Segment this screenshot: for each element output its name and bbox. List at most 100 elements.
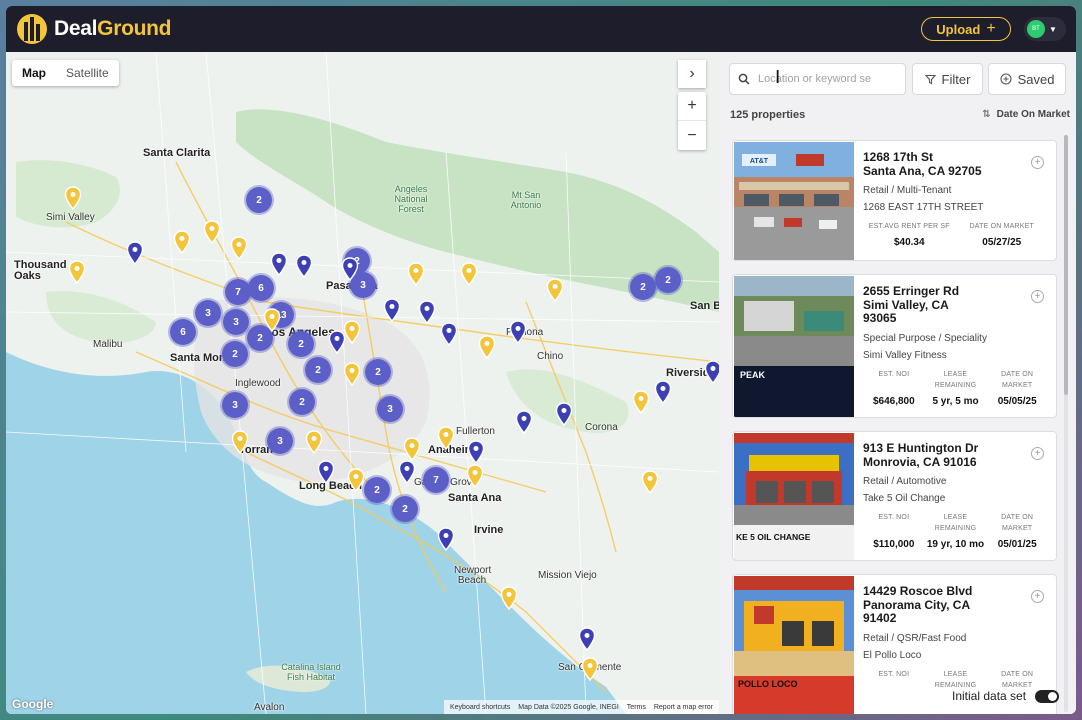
stat: EST. NOI $110,000 [863, 512, 925, 550]
map-view[interactable]: Map Satellite › + − Santa Clarita Simi V… [6, 52, 719, 714]
map-pin-icon[interactable] [466, 464, 484, 488]
map-pin-icon[interactable] [654, 380, 672, 404]
filter-button[interactable]: Filter [912, 63, 983, 95]
map-pin-icon[interactable] [343, 320, 361, 344]
map-pin-icon[interactable] [500, 586, 518, 610]
add-property-icon[interactable]: + [1031, 290, 1044, 303]
list-scrollbar[interactable] [1064, 135, 1068, 712]
marker-cluster[interactable]: 2 [390, 494, 420, 524]
map-pin-icon[interactable] [467, 440, 485, 464]
map-pin-icon[interactable] [704, 360, 719, 384]
property-photo: POLLO LOCO [734, 576, 854, 714]
map-pin-icon[interactable] [509, 320, 527, 344]
marker-cluster[interactable]: 2 [362, 475, 392, 505]
map-pin-icon[interactable] [460, 262, 478, 286]
map-pin-icon[interactable] [295, 254, 313, 278]
marker-cluster[interactable]: 6 [168, 317, 198, 347]
address-line-1: 2655 Erringer Rd [863, 284, 960, 298]
add-property-icon[interactable]: + [1031, 447, 1044, 460]
map-pin-icon[interactable] [641, 470, 659, 494]
map-pin-icon[interactable] [305, 430, 323, 454]
property-card[interactable]: AT&T 1268 17th St Santa Ana, CA 92705 Re… [732, 140, 1057, 261]
marker-cluster[interactable]: 3 [375, 394, 405, 424]
toggle-switch[interactable] [1035, 689, 1060, 703]
brand-logo[interactable]: DealGround [16, 12, 172, 46]
map-pin-icon[interactable] [263, 308, 281, 332]
marker-cluster[interactable]: 2 [287, 387, 317, 417]
map-pin-icon[interactable] [231, 430, 249, 454]
map-pin-icon[interactable] [230, 236, 248, 260]
report-error-link[interactable]: Report a map error [654, 704, 713, 711]
add-property-icon[interactable]: + [1031, 156, 1044, 169]
map-pin-icon[interactable] [347, 468, 365, 492]
upload-button[interactable]: Upload + [921, 17, 1011, 41]
map-pin-icon[interactable] [581, 657, 599, 681]
stat-label: LEASE REMAINING [934, 370, 977, 389]
zoom-out-button[interactable]: − [678, 121, 706, 150]
map-pin-icon[interactable] [343, 362, 361, 386]
map-pin-icon[interactable] [407, 262, 425, 286]
map-pin-icon[interactable] [203, 220, 221, 244]
add-property-icon[interactable]: + [1031, 590, 1044, 603]
map-pin-icon[interactable] [383, 298, 401, 322]
keyboard-shortcuts-link[interactable]: Keyboard shortcuts [450, 704, 510, 711]
map-canvas [6, 52, 719, 714]
map-pin-icon[interactable] [440, 322, 458, 346]
scrollbar-thumb[interactable] [1064, 135, 1068, 395]
chevron-right-icon[interactable]: › [678, 60, 706, 88]
place-label: Inglewood [235, 378, 281, 389]
marker-cluster[interactable]: 6 [246, 273, 276, 303]
map-pin-icon[interactable] [515, 410, 533, 434]
map-pin-icon[interactable] [632, 390, 650, 414]
map-pin-icon[interactable] [341, 257, 359, 281]
stat-label: EST. NOI [878, 370, 910, 378]
map-pin-icon[interactable] [173, 230, 191, 254]
image-caption: PEAK [740, 370, 766, 380]
map-pin-icon[interactable] [398, 460, 416, 484]
zoom-in-button[interactable]: + [678, 92, 706, 121]
initial-dataset-toggle[interactable]: Initial data set [952, 689, 1060, 703]
terms-link[interactable]: Terms [627, 704, 646, 711]
map-pin-icon[interactable] [270, 252, 288, 276]
saved-button[interactable]: Saved [988, 63, 1066, 95]
property-name: Simi Valley Fitness [863, 349, 947, 361]
marker-cluster[interactable]: 2 [286, 329, 316, 359]
map-pin-icon[interactable] [126, 241, 144, 265]
property-card[interactable]: PEAK 2655 Erringer Rd Simi Valley, CA 93… [732, 274, 1057, 418]
brand-name-left: Deal [54, 17, 98, 40]
stat: LEASE REMAINING [925, 669, 987, 691]
map-pin-icon[interactable] [403, 437, 421, 461]
building-logo-icon [17, 14, 47, 44]
search-field[interactable] [729, 63, 906, 95]
map-pin-icon[interactable] [418, 300, 436, 324]
marker-cluster[interactable]: 3 [265, 426, 295, 456]
account-menu[interactable]: BT ▼ [1024, 17, 1066, 41]
map-pin-icon[interactable] [578, 627, 596, 651]
marker-cluster[interactable]: 2 [244, 185, 274, 215]
map-pin-icon[interactable] [68, 260, 86, 284]
stat-label: LEASE REMAINING [934, 514, 977, 532]
map-pin-icon[interactable] [437, 426, 455, 450]
map-tab-satellite[interactable]: Satellite [56, 60, 119, 86]
marker-cluster[interactable]: 2 [303, 355, 333, 385]
marker-cluster[interactable]: 2 [653, 265, 683, 295]
property-card[interactable]: KE 5 OIL CHANGE 913 E Huntington Dr Monr… [732, 431, 1057, 561]
map-pin-icon[interactable] [437, 527, 455, 551]
marker-cluster[interactable]: 2 [220, 339, 250, 369]
marker-cluster[interactable]: 3 [193, 298, 223, 328]
map-pin-icon[interactable] [478, 335, 496, 359]
map-pin-icon[interactable] [546, 278, 564, 302]
marker-cluster[interactable]: 3 [220, 390, 250, 420]
place-label: Simi Valley [46, 212, 95, 223]
marker-cluster[interactable]: 7 [421, 465, 451, 495]
marker-cluster[interactable]: 2 [363, 357, 393, 387]
map-pin-icon[interactable] [555, 402, 573, 426]
map-pin-icon[interactable] [64, 186, 82, 210]
property-name: El Pollo Loco [863, 649, 922, 661]
map-tab-map[interactable]: Map [12, 60, 56, 86]
map-pin-icon[interactable] [317, 460, 335, 484]
stat-value: 05/05/25 [997, 395, 1037, 407]
zoom-controls: + − [678, 92, 706, 150]
park-label: Angeles National Forest [394, 184, 428, 214]
sort-control[interactable]: ⇅ Date On Market [982, 109, 1070, 120]
